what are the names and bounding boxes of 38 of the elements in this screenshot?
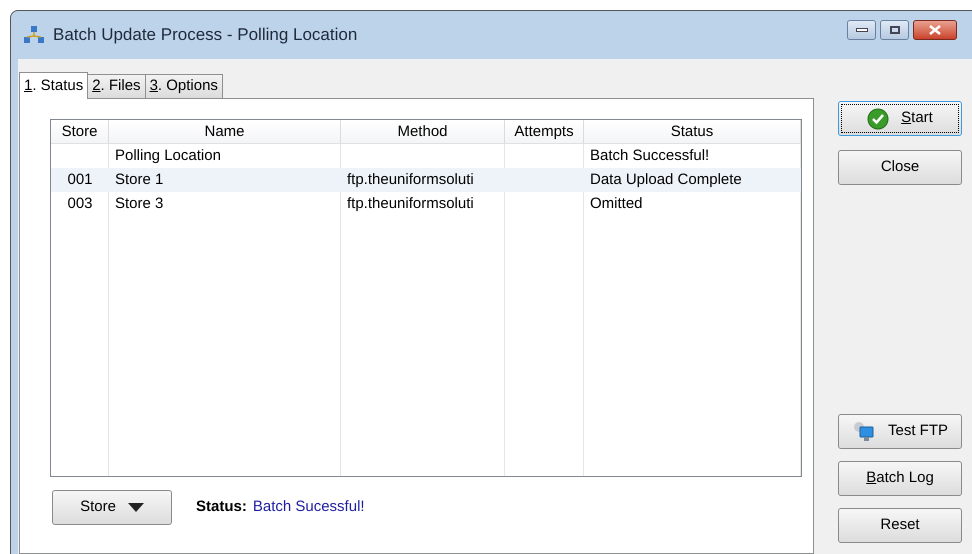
window-title: Batch Update Process - Polling Location [53,24,358,46]
column-header[interactable]: Method [341,120,505,143]
table-cell: Store 1 [115,171,164,188]
table-row[interactable]: 001 Store 1 ftp.theuniformsoluti Data Upload Complete [51,168,801,192]
dialog-button[interactable]: Batch Log [838,461,962,496]
table-cell: Polling Location [115,147,221,164]
check-icon [867,108,890,130]
start-button[interactable]: Start [838,101,962,136]
status-value: Batch Sucessful! [252,497,365,518]
computer-icon [852,420,876,442]
table-cell: Batch Successful! [590,147,710,164]
column-header[interactable]: Name [109,120,341,143]
table-cell: ftp.theuniformsoluti [347,195,474,212]
table-row[interactable]: Polling Location Batch Successful! [51,144,801,168]
close-icon [929,25,941,35]
column-header[interactable]: Attempts [505,120,584,143]
column-header[interactable]: Status [584,120,801,143]
table-row[interactable]: 003 Store 3 ftp.theuniformsoluti Omitted [51,192,801,216]
column-header[interactable]: Store [51,120,109,143]
tab[interactable]: 3. Options [144,74,223,98]
tab[interactable]: 1. Status [19,72,88,99]
status-label: Status: [196,497,247,518]
table-cell: 001 [67,171,93,188]
network-icon [23,25,45,45]
table-cell: ftp.theuniformsoluti [347,171,474,188]
tab[interactable]: 2. Files [87,74,146,98]
dialog-button[interactable]: Test FTP [838,414,962,449]
dropdown-arrow-icon [128,503,144,512]
minimize-button[interactable] [847,20,876,40]
table-cell: Data Upload Complete [590,171,742,188]
maximize-button[interactable] [880,20,909,40]
close-window-button[interactable] [913,20,957,40]
dialog-button[interactable]: Reset [838,508,962,543]
table-cell: 003 [67,195,93,212]
table-cell: Store 3 [115,195,164,212]
store-dropdown-button[interactable]: Store [52,490,172,525]
dialog-button[interactable]: Close [838,150,962,185]
table-cell: Omitted [590,195,643,212]
